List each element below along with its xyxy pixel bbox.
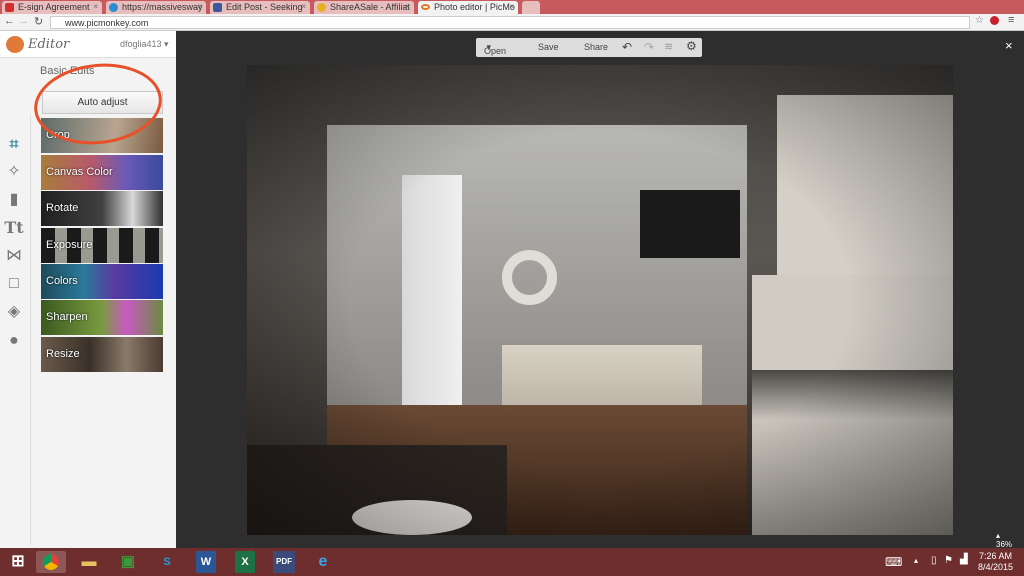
chrome-icon[interactable] <box>36 551 66 573</box>
open-button[interactable]: Open ▾ <box>484 42 506 56</box>
word-icon[interactable]: W <box>196 551 216 573</box>
settings-gear-icon[interactable]: ⚙ <box>686 39 697 53</box>
clock-time: 7:26 AM <box>979 551 1013 561</box>
forward-icon[interactable]: → <box>18 15 29 27</box>
user-menu[interactable]: dfoglia413 ▾ <box>120 39 169 50</box>
texture-icon[interactable]: ◈ <box>4 302 24 322</box>
tool-label: Colors <box>46 275 78 287</box>
chat-icon <box>109 3 118 12</box>
close-tab-icon[interactable]: × <box>93 2 98 11</box>
back-icon[interactable]: ← <box>4 15 15 27</box>
eye-icon <box>421 4 430 10</box>
pdf-icon[interactable]: PDF <box>273 551 295 573</box>
tool-colors[interactable]: Colors <box>41 264 163 299</box>
close-tab-icon[interactable]: × <box>405 2 410 11</box>
photo-vignette <box>247 65 953 535</box>
save-button[interactable]: Save <box>538 42 559 52</box>
close-tab-icon[interactable]: × <box>301 2 306 11</box>
show-hidden-icons[interactable]: ▴ <box>914 556 918 565</box>
close-tab-icon[interactable]: × <box>509 2 514 11</box>
logo-text: Editor <box>28 37 70 52</box>
pinterest-icon[interactable] <box>990 16 999 25</box>
zoom-level[interactable]: ▴ 36% <box>996 531 1012 549</box>
magic-wand-icon[interactable]: ✧ <box>4 162 24 182</box>
layers-icon[interactable]: ≋ <box>664 40 673 53</box>
tab-label: Edit Post - Seeking <box>226 2 303 12</box>
tab-picmonkey[interactable]: Photo editor | PicMo × <box>418 1 518 14</box>
tool-resize[interactable]: Resize <box>41 337 163 372</box>
tab-massivesway[interactable]: https://massivesway × <box>106 1 206 14</box>
close-editor-icon[interactable]: × <box>1005 38 1013 53</box>
file-explorer-icon[interactable]: ▬ <box>74 551 104 573</box>
crop-icon[interactable]: ⌗ <box>4 135 24 155</box>
start-icon[interactable]: ⊞ <box>3 551 33 573</box>
pdf-icon <box>5 3 14 12</box>
editor-sidebar: Editor dfoglia413 ▾ Basic Edits Auto adj… <box>0 31 176 548</box>
store-icon[interactable]: ▣ <box>113 551 143 573</box>
internet-explorer-icon[interactable]: e <box>308 551 338 573</box>
skype-icon[interactable]: S <box>152 551 182 573</box>
url-input[interactable]: www.picmonkey.com <box>50 16 970 29</box>
frame-icon[interactable]: □ <box>4 274 24 294</box>
action-center-flag-icon[interactable]: ⚑ <box>944 555 953 566</box>
clock-date: 8/4/2015 <box>978 562 1014 572</box>
undo-icon[interactable]: ↶ <box>622 40 632 54</box>
tool-label: Sharpen <box>46 311 88 323</box>
battery-icon[interactable]: ▯ <box>931 555 937 566</box>
username: dfoglia413 <box>120 39 162 49</box>
tool-label: Resize <box>46 348 80 360</box>
tool-canvas-color[interactable]: Canvas Color <box>41 155 163 190</box>
share-button[interactable]: Share <box>584 42 608 52</box>
divider <box>30 115 31 545</box>
sidebar-header: Editor dfoglia413 ▾ <box>0 31 176 58</box>
url-text: www.picmonkey.com <box>65 18 149 28</box>
star-icon <box>317 3 326 12</box>
apple-icon[interactable]: ● <box>4 331 24 351</box>
picmonkey-logo-icon <box>6 36 24 53</box>
tab-label: https://massivesway <box>122 2 203 12</box>
excel-icon[interactable]: X <box>235 551 255 573</box>
zoom-caret-icon: ▴ <box>996 531 1001 540</box>
photo-canvas[interactable] <box>247 65 953 535</box>
network-signal-icon[interactable]: ▟ <box>960 554 968 565</box>
tab-shareasale[interactable]: ShareASale - Affiliat × <box>314 1 414 14</box>
reload-icon[interactable]: ↻ <box>34 15 43 28</box>
butterfly-icon[interactable]: ⋈ <box>4 246 24 266</box>
tool-label: Exposure <box>46 239 93 251</box>
keyboard-icon[interactable]: ⌨ <box>885 555 902 569</box>
tab-esign[interactable]: E-sign Agreement × <box>2 1 102 14</box>
tab-label: E-sign Agreement <box>18 2 90 12</box>
lipstick-icon[interactable]: ▮ <box>4 190 24 210</box>
text-icon[interactable]: Tt <box>4 218 24 238</box>
new-tab-button[interactable] <box>522 1 540 14</box>
tool-sharpen[interactable]: Sharpen <box>41 300 163 335</box>
tool-label: Rotate <box>46 202 79 214</box>
close-tab-icon[interactable]: × <box>197 2 202 11</box>
tab-label: ShareASale - Affiliat <box>330 2 410 12</box>
open-label: Open <box>484 46 507 56</box>
address-bar-row: ← → ↻ www.picmonkey.com ☆ ≡ <box>0 14 1024 31</box>
menu-icon[interactable]: ≡ <box>1008 14 1014 26</box>
browser-tab-bar: E-sign Agreement × https://massivesway × E… <box>0 0 1024 14</box>
tool-exposure[interactable]: Exposure <box>41 228 163 263</box>
windows-taskbar: ⊞ ▬ ▣ S W X PDF e ⌨ ▴ ▯ ⚑ ▟ 7:26 AM 8/4/2… <box>0 548 1024 576</box>
clock[interactable]: 7:26 AM 8/4/2015 <box>978 551 1013 573</box>
tab-edit-post[interactable]: Edit Post - Seeking × <box>210 1 310 14</box>
list-icon <box>213 3 222 12</box>
redo-icon[interactable]: ↷ <box>644 40 654 54</box>
tab-label: Photo editor | PicMo <box>434 2 515 12</box>
tool-rotate[interactable]: Rotate <box>41 191 163 226</box>
bookmark-star-icon[interactable]: ☆ <box>975 15 984 26</box>
tool-label: Canvas Color <box>46 166 113 178</box>
editor-toolbar: Open ▾ Save Share ↶ ↷ ≋ ⚙ <box>476 38 702 57</box>
